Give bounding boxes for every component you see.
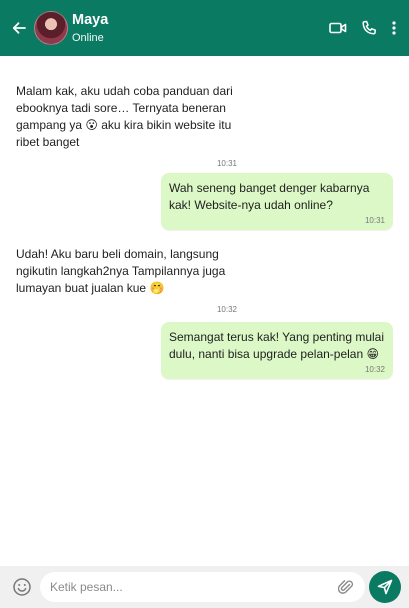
smiley-icon bbox=[13, 578, 31, 596]
message-time: 10:32 bbox=[364, 365, 385, 374]
send-icon bbox=[377, 579, 393, 595]
voice-call-button[interactable] bbox=[361, 20, 377, 36]
emoji-button[interactable] bbox=[11, 576, 33, 598]
message-outgoing: Semangat terus kak! Yang penting mulai d… bbox=[161, 322, 393, 379]
message-text: Udah! Aku baru beli domain, langsung ngi… bbox=[16, 246, 252, 297]
message-time: 10:32 bbox=[216, 305, 237, 314]
more-options-button[interactable] bbox=[391, 20, 397, 36]
contact-info[interactable]: Maya Online bbox=[72, 11, 108, 45]
contact-status: Online bbox=[72, 32, 104, 44]
emoji: 🤭 bbox=[149, 281, 165, 295]
paperclip-icon bbox=[338, 580, 354, 594]
message-text-part: Udah! Aku baru beli domain, langsung ngi… bbox=[16, 247, 226, 295]
avatar[interactable] bbox=[34, 11, 68, 45]
message-text-part: Semangat terus kak! Yang penting mulai d… bbox=[169, 330, 385, 361]
attach-button[interactable] bbox=[337, 578, 355, 596]
chat-header: Maya Online bbox=[0, 0, 409, 56]
contact-name: Maya bbox=[72, 12, 109, 28]
emoji: 😮 bbox=[85, 118, 98, 132]
phone-icon bbox=[362, 20, 377, 35]
message-incoming: Malam kak, aku udah coba panduan dari eb… bbox=[16, 83, 252, 169]
message-outgoing: Wah seneng banget denger kabarnya kak! W… bbox=[161, 173, 393, 230]
message-input[interactable] bbox=[50, 580, 337, 594]
message-text: Malam kak, aku udah coba panduan dari eb… bbox=[16, 83, 252, 151]
emoji: 😁 bbox=[366, 347, 380, 361]
message-time: 10:31 bbox=[216, 159, 237, 168]
message-input-wrap bbox=[40, 572, 365, 602]
message-list[interactable]: Malam kak, aku udah coba panduan dari eb… bbox=[0, 56, 409, 566]
send-button[interactable] bbox=[369, 571, 401, 603]
message-composer bbox=[0, 566, 409, 608]
message-text: Wah seneng banget denger kabarnya kak! W… bbox=[169, 181, 370, 212]
message-incoming: Udah! Aku baru beli domain, langsung ngi… bbox=[16, 246, 252, 315]
more-vertical-icon bbox=[392, 21, 396, 35]
video-call-icon bbox=[329, 22, 347, 34]
video-call-button[interactable] bbox=[329, 21, 347, 35]
message-time: 10:31 bbox=[364, 216, 385, 225]
message-text: Semangat terus kak! Yang penting mulai d… bbox=[169, 329, 385, 363]
arrow-left-icon bbox=[12, 22, 26, 34]
back-button[interactable] bbox=[2, 0, 36, 56]
